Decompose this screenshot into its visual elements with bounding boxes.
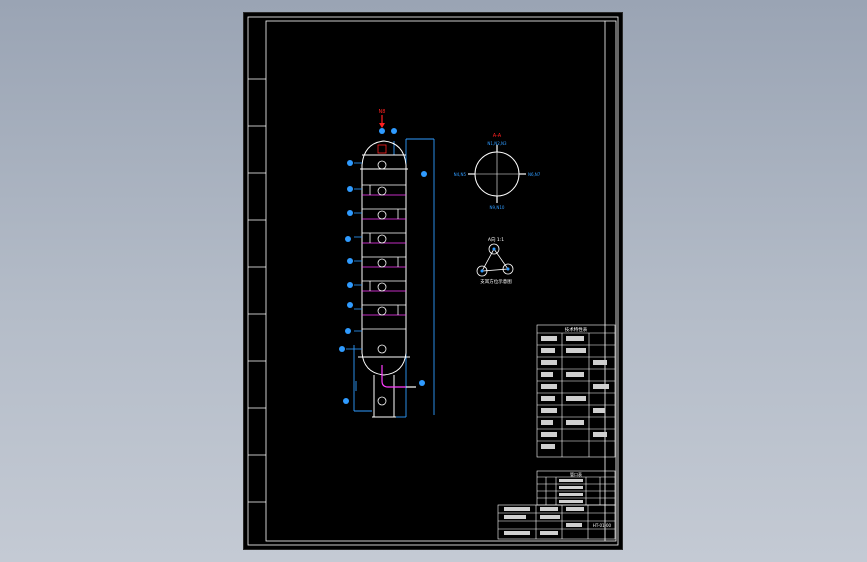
plan-nozzle-label-bottom: N9,N10 (490, 205, 505, 210)
technical-spec-table (536, 324, 616, 458)
support-view-caption: 支耳方位示意图 (480, 278, 512, 285)
support-view-label: A向 1:1 (488, 236, 504, 243)
drawing-canvas: N8 A-A N1,N2,N3 N4,N5 N6,N7 N9,N10 A向 1:… (247, 16, 619, 546)
plan-nozzle-label-right: N6,N7 (528, 172, 541, 177)
plan-nozzle-label-left: N4,N5 (454, 172, 467, 177)
drawing-frame (247, 16, 619, 546)
cad-drawing-sheet: N8 A-A N1,N2,N3 N4,N5 N6,N7 N9,N10 A向 1:… (243, 12, 623, 550)
plan-view-label: A-A (493, 133, 502, 139)
plan-nozzle-label-top: N1,N2,N3 (487, 141, 507, 146)
nozzle-table-title: 管口表 (570, 471, 582, 477)
technical-table-title: 技术特性表 (565, 326, 588, 333)
plan-view: A-A N1,N2,N3 N4,N5 N6,N7 N9,N10 (454, 133, 541, 210)
top-nozzle-label: N8 (379, 109, 386, 115)
title-block-drawing-no: HT-01-00 (593, 523, 612, 528)
column-vessel (358, 140, 410, 418)
technical-table-cells (541, 336, 609, 449)
support-lug-view: A向 1:1 支耳方位示意图 (476, 236, 514, 285)
